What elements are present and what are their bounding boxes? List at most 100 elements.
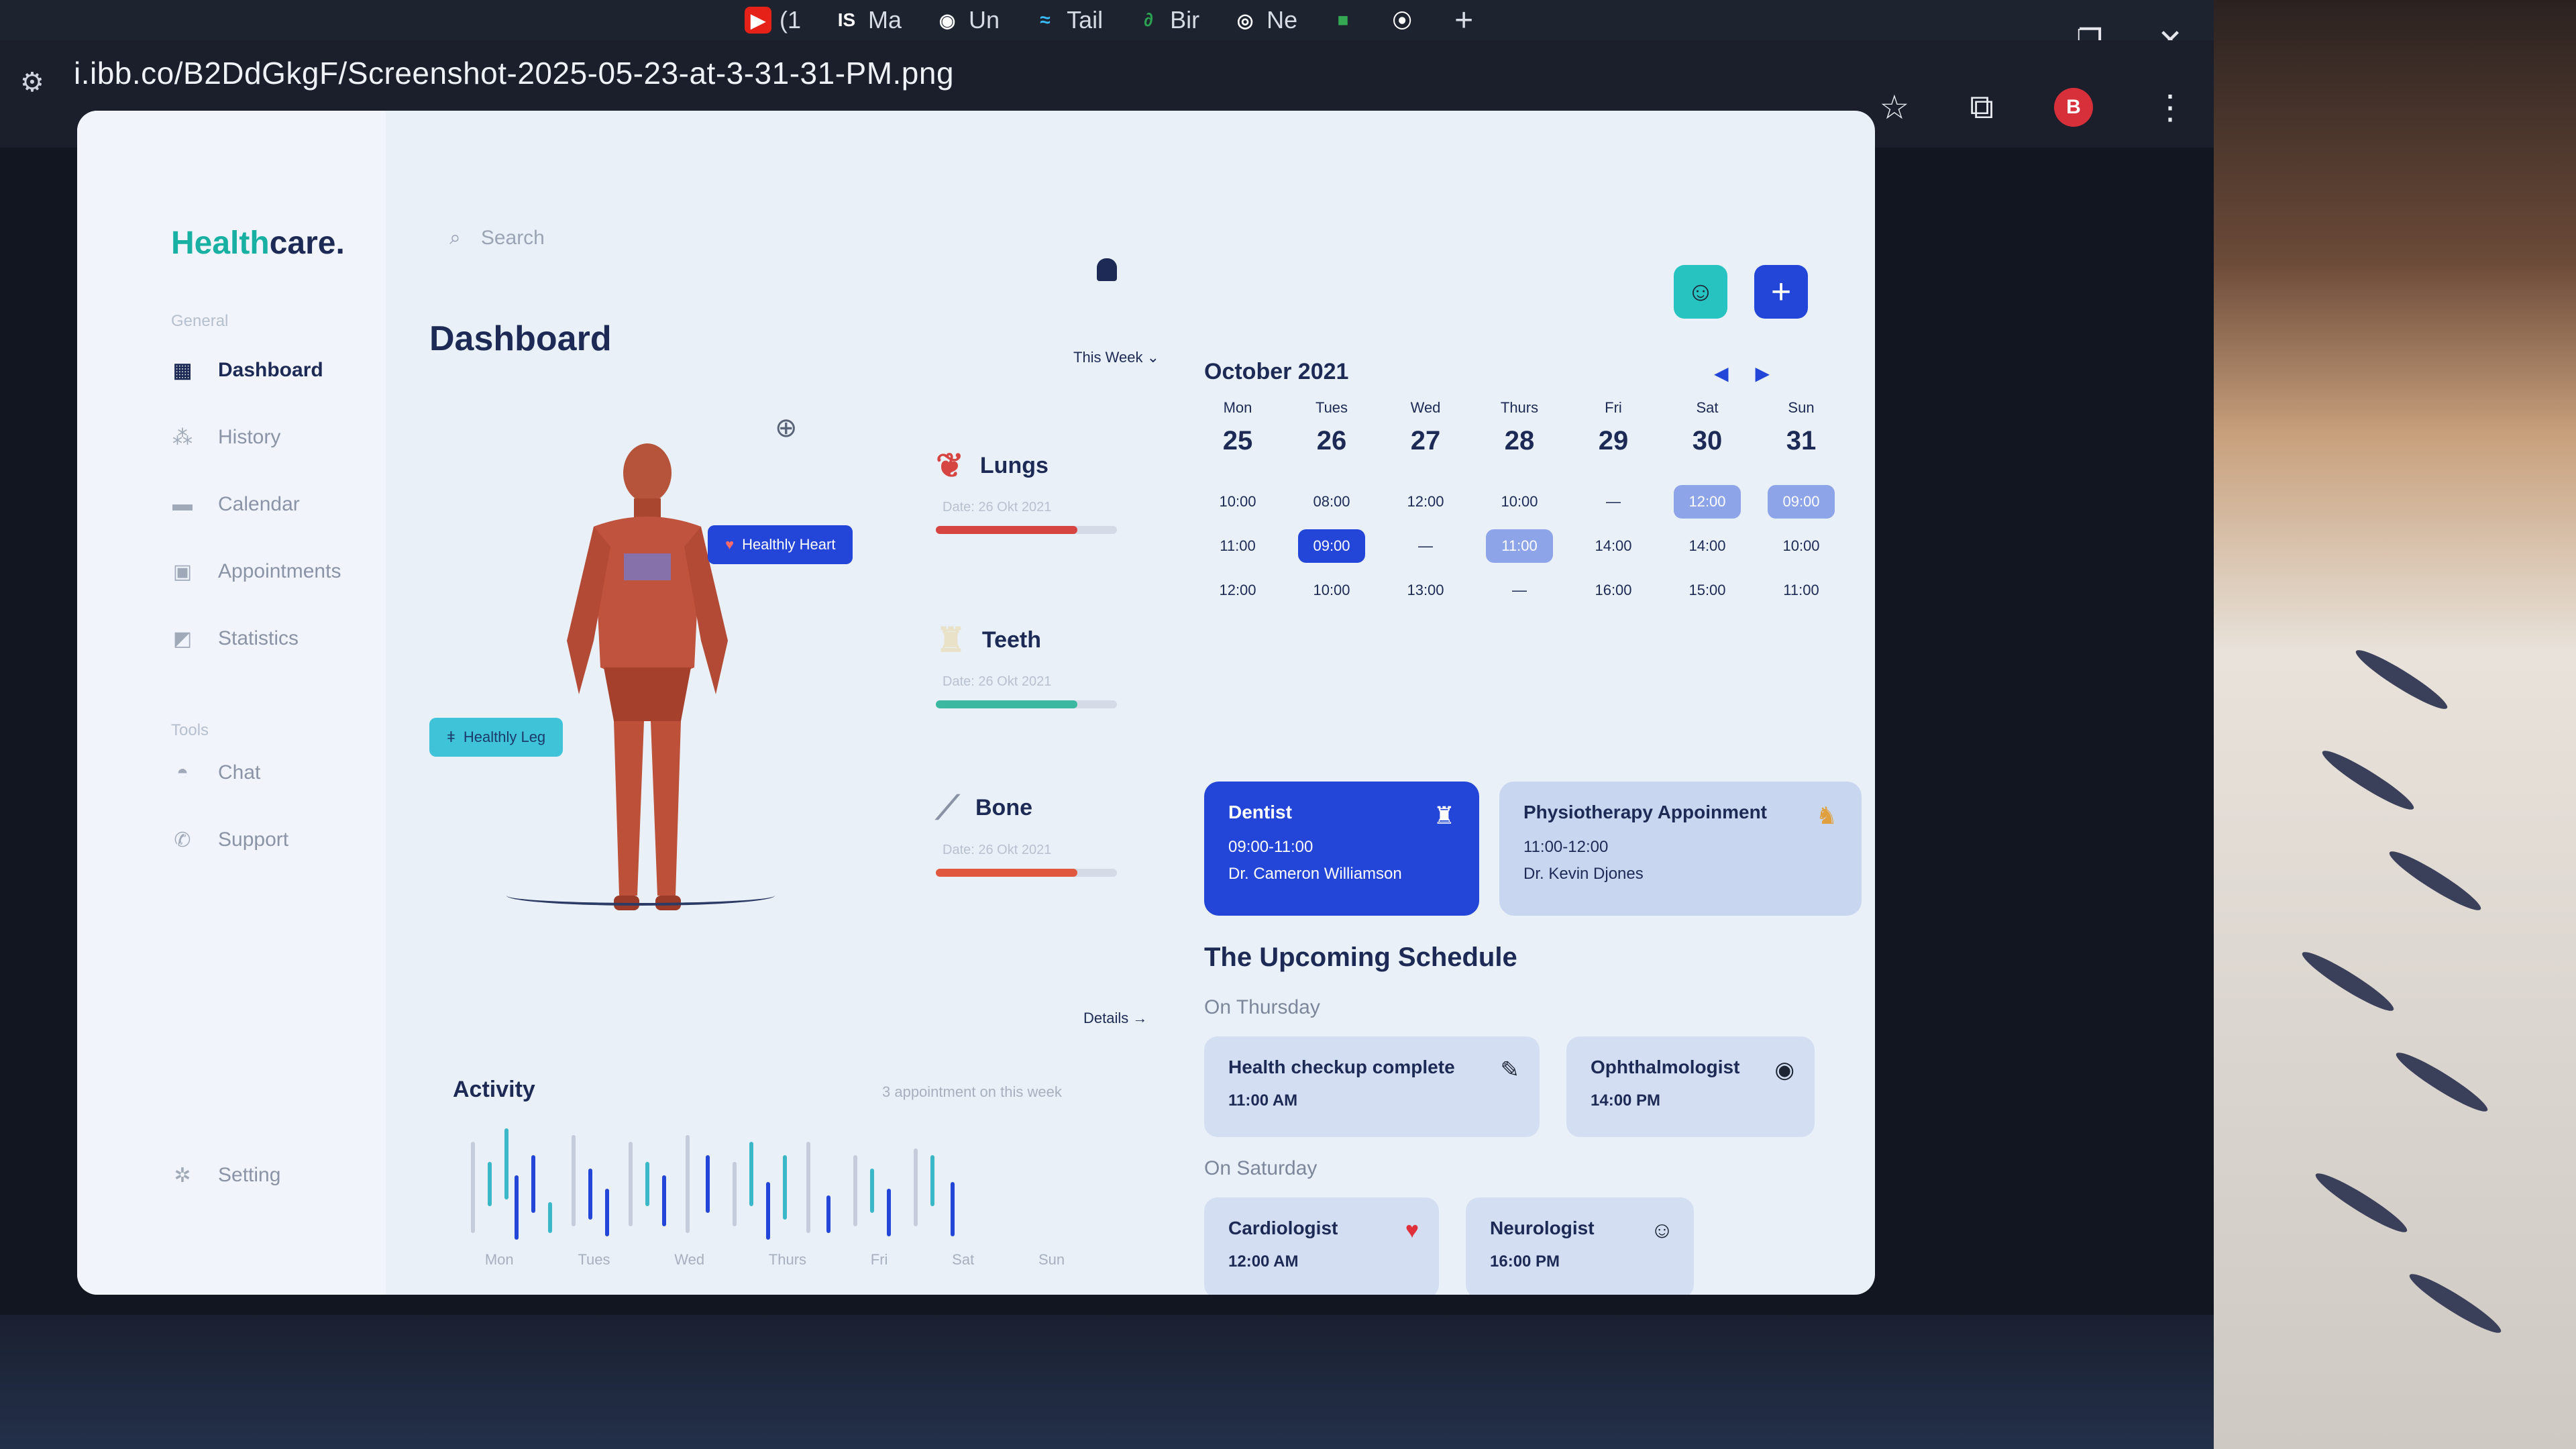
time-slot[interactable]: 13:00 [1392, 568, 1459, 612]
time-slot[interactable]: 08:00 [1298, 480, 1365, 524]
add-button[interactable]: + [1754, 265, 1808, 319]
calendar-day-thurs[interactable]: Thurs 28 10:00 11:00 — [1472, 399, 1566, 612]
sidebar-item-dashboard[interactable]: ▦ Dashboard [171, 359, 323, 382]
calendar-nav: ◀ ▶ [1714, 362, 1770, 384]
sidebar-item-label: Setting [218, 1164, 281, 1186]
organ-progress-fill [936, 869, 1077, 877]
time-slot[interactable]: — [1580, 480, 1647, 524]
sidebar-item-chat[interactable]: ◓ Chat [171, 761, 260, 784]
organ-name: Lungs [979, 452, 1049, 478]
sidebar-item-statistics[interactable]: ◩ Statistics [171, 627, 299, 650]
day-number: 26 [1316, 426, 1347, 455]
time-slot[interactable]: 11:00 [1486, 529, 1553, 563]
day-number: 25 [1222, 426, 1253, 455]
section-tools-label: Tools [171, 721, 209, 739]
menu-kebab-icon[interactable]: ⋮ [2153, 88, 2187, 127]
new-tab-button[interactable]: + [1454, 2, 1473, 39]
time-slot[interactable]: 16:00 [1580, 568, 1647, 612]
browser-tab-stackshare[interactable]: IS Ma [826, 0, 908, 40]
time-slot[interactable]: 12:00 [1204, 568, 1271, 612]
schedule-card-neurologist[interactable]: Neurologist 16:00 PM ☺ [1466, 1197, 1694, 1295]
sidebar-item-calendar[interactable]: ▬ Calendar [171, 493, 300, 516]
appointment-doctor: Dr. Cameron Williamson [1228, 865, 1402, 883]
organ-progress-bar [936, 700, 1117, 708]
browser-tab-active[interactable]: ⦿ [1382, 0, 1422, 40]
search-input[interactable]: ⌕ Search [429, 211, 1127, 265]
browser-tab-bir[interactable]: ∂ Bir [1128, 0, 1206, 40]
browser-tab-tailwind[interactable]: ≈ Tail [1025, 0, 1110, 40]
notification-bell-icon[interactable] [1097, 258, 1117, 281]
time-slot[interactable]: 10:00 [1486, 480, 1553, 524]
healthy-heart-badge[interactable]: ♥ Healthly Heart [708, 525, 853, 564]
time-slot[interactable]: 11:00 [1204, 524, 1271, 568]
app-logo: Healthcare. [171, 225, 345, 262]
next-arrow-icon[interactable]: ▶ [1756, 362, 1770, 384]
time-slot[interactable]: — [1486, 568, 1553, 612]
chrome-icon: ◎ [1236, 9, 1254, 31]
time-slot[interactable]: 11:00 [1768, 568, 1835, 612]
organ-card-teeth[interactable]: ♜ Teeth Date: 26 Okt 2021 [936, 621, 1150, 708]
time-slot[interactable]: 10:00 [1298, 568, 1365, 612]
sidebar-item-setting[interactable]: ✲ Setting [171, 1164, 280, 1187]
appointment-title: Physiotherapy Appoinment [1523, 802, 1768, 822]
time-slot[interactable]: 14:00 [1580, 524, 1647, 568]
sidebar-item-history[interactable]: ⁂ History [171, 426, 280, 449]
schedule-card-health-checkup[interactable]: Health checkup complete 11:00 AM ✎ [1204, 1036, 1540, 1137]
healthy-leg-badge[interactable]: ǂ Healthly Leg [429, 718, 564, 757]
organ-card-bone[interactable]: ⟋ Bone Date: 26 Okt 2021 [936, 788, 1150, 877]
calendar-day-sat[interactable]: Sat 30 12:00 14:00 15:00 [1660, 399, 1754, 612]
on-thursday-label: On Thursday [1204, 996, 1320, 1018]
schedule-title: Neurologist [1490, 1218, 1595, 1238]
time-slot[interactable]: 10:00 [1204, 480, 1271, 524]
url-field[interactable]: i.ibb.co/B2DdGkgF/Screenshot-2025-05-23-… [74, 55, 954, 91]
bir-icon: ∂ [1144, 9, 1154, 30]
calendar-day-wed[interactable]: Wed 27 12:00—13:00 [1379, 399, 1472, 612]
sidebar-item-appointments[interactable]: ▣ Appointments [171, 560, 341, 583]
figure-rotation-base[interactable] [506, 885, 775, 906]
bookmark-star-icon[interactable]: ☆ [1879, 88, 1909, 127]
zoom-in-icon[interactable]: ⊕ [775, 413, 798, 443]
organ-progress-bar [936, 869, 1117, 877]
lungs-icon: ❦ [936, 447, 964, 484]
time-slot[interactable]: 09:00 [1298, 529, 1365, 563]
browser-tab-ne[interactable]: ◎ Ne [1225, 0, 1304, 40]
extensions-icon[interactable]: ⧉ [1970, 87, 1994, 127]
calendar-day-sun[interactable]: Sun 31 09:00 10:00 11:00 [1754, 399, 1848, 612]
site-settings-icon[interactable]: ⚙ [20, 67, 51, 98]
time-slot[interactable]: — [1392, 524, 1459, 568]
day-label: Sun [1038, 1251, 1065, 1268]
week-selector[interactable]: This Week ⌄ [1073, 349, 1159, 366]
browser-tab-youtube[interactable]: ▶ (1 [738, 0, 808, 40]
phone-icon: ✆ [174, 828, 191, 851]
time-slot[interactable]: 12:00 [1392, 480, 1459, 524]
calendar-day-fri[interactable]: Fri 29 —14:00 16:00 [1566, 399, 1660, 612]
sidebar-item-support[interactable]: ✆ Support [171, 828, 288, 851]
profile-avatar[interactable]: B [2054, 87, 2093, 127]
time-slot[interactable]: 14:00 [1674, 524, 1741, 568]
schedule-card-ophthalmologist[interactable]: Ophthalmologist 14:00 PM ◉ [1566, 1036, 1815, 1137]
time-slot[interactable]: 12:00 [1674, 485, 1741, 519]
time-slot[interactable]: 10:00 [1768, 524, 1835, 568]
time-slot[interactable]: 09:00 [1768, 485, 1835, 519]
browser-tab-meet[interactable]: ■ [1323, 0, 1363, 40]
organ-card-lungs[interactable]: ❦ Lungs Date: 26 Okt 2021 [936, 446, 1150, 534]
appointment-title: Dentist [1228, 802, 1292, 822]
day-label: Sat [952, 1251, 975, 1268]
dashboard-icon: ▦ [172, 359, 193, 382]
user-avatar[interactable]: ☺ [1674, 265, 1727, 319]
prev-arrow-icon[interactable]: ◀ [1714, 362, 1729, 384]
appointment-card-physiotherapy[interactable]: Physiotherapy Appoinment 11:00-12:00 Dr.… [1499, 782, 1862, 916]
history-icon: ⁂ [172, 426, 193, 449]
calendar-day-tues[interactable]: Tues 26 08:00 09:00 10:00 [1285, 399, 1379, 612]
schedule-card-cardiologist[interactable]: Cardiologist 12:00 AM ♥ [1204, 1197, 1439, 1295]
day-number: 30 [1692, 426, 1723, 455]
youtube-icon: ▶ [745, 7, 771, 34]
calendar-day-mon[interactable]: Mon 25 10:00 11:00 12:00 [1191, 399, 1285, 612]
details-link[interactable]: Details → [1083, 1010, 1147, 1027]
browser-tab-github[interactable]: ◉ Un [927, 0, 1006, 40]
appointment-card-dentist[interactable]: Dentist 09:00-11:00 Dr. Cameron Williams… [1204, 782, 1479, 916]
background-photo [2214, 0, 2576, 1449]
monitor-bezel [0, 1315, 2214, 1449]
schedule-time: 14:00 PM [1591, 1091, 1661, 1110]
time-slot[interactable]: 15:00 [1674, 568, 1741, 612]
